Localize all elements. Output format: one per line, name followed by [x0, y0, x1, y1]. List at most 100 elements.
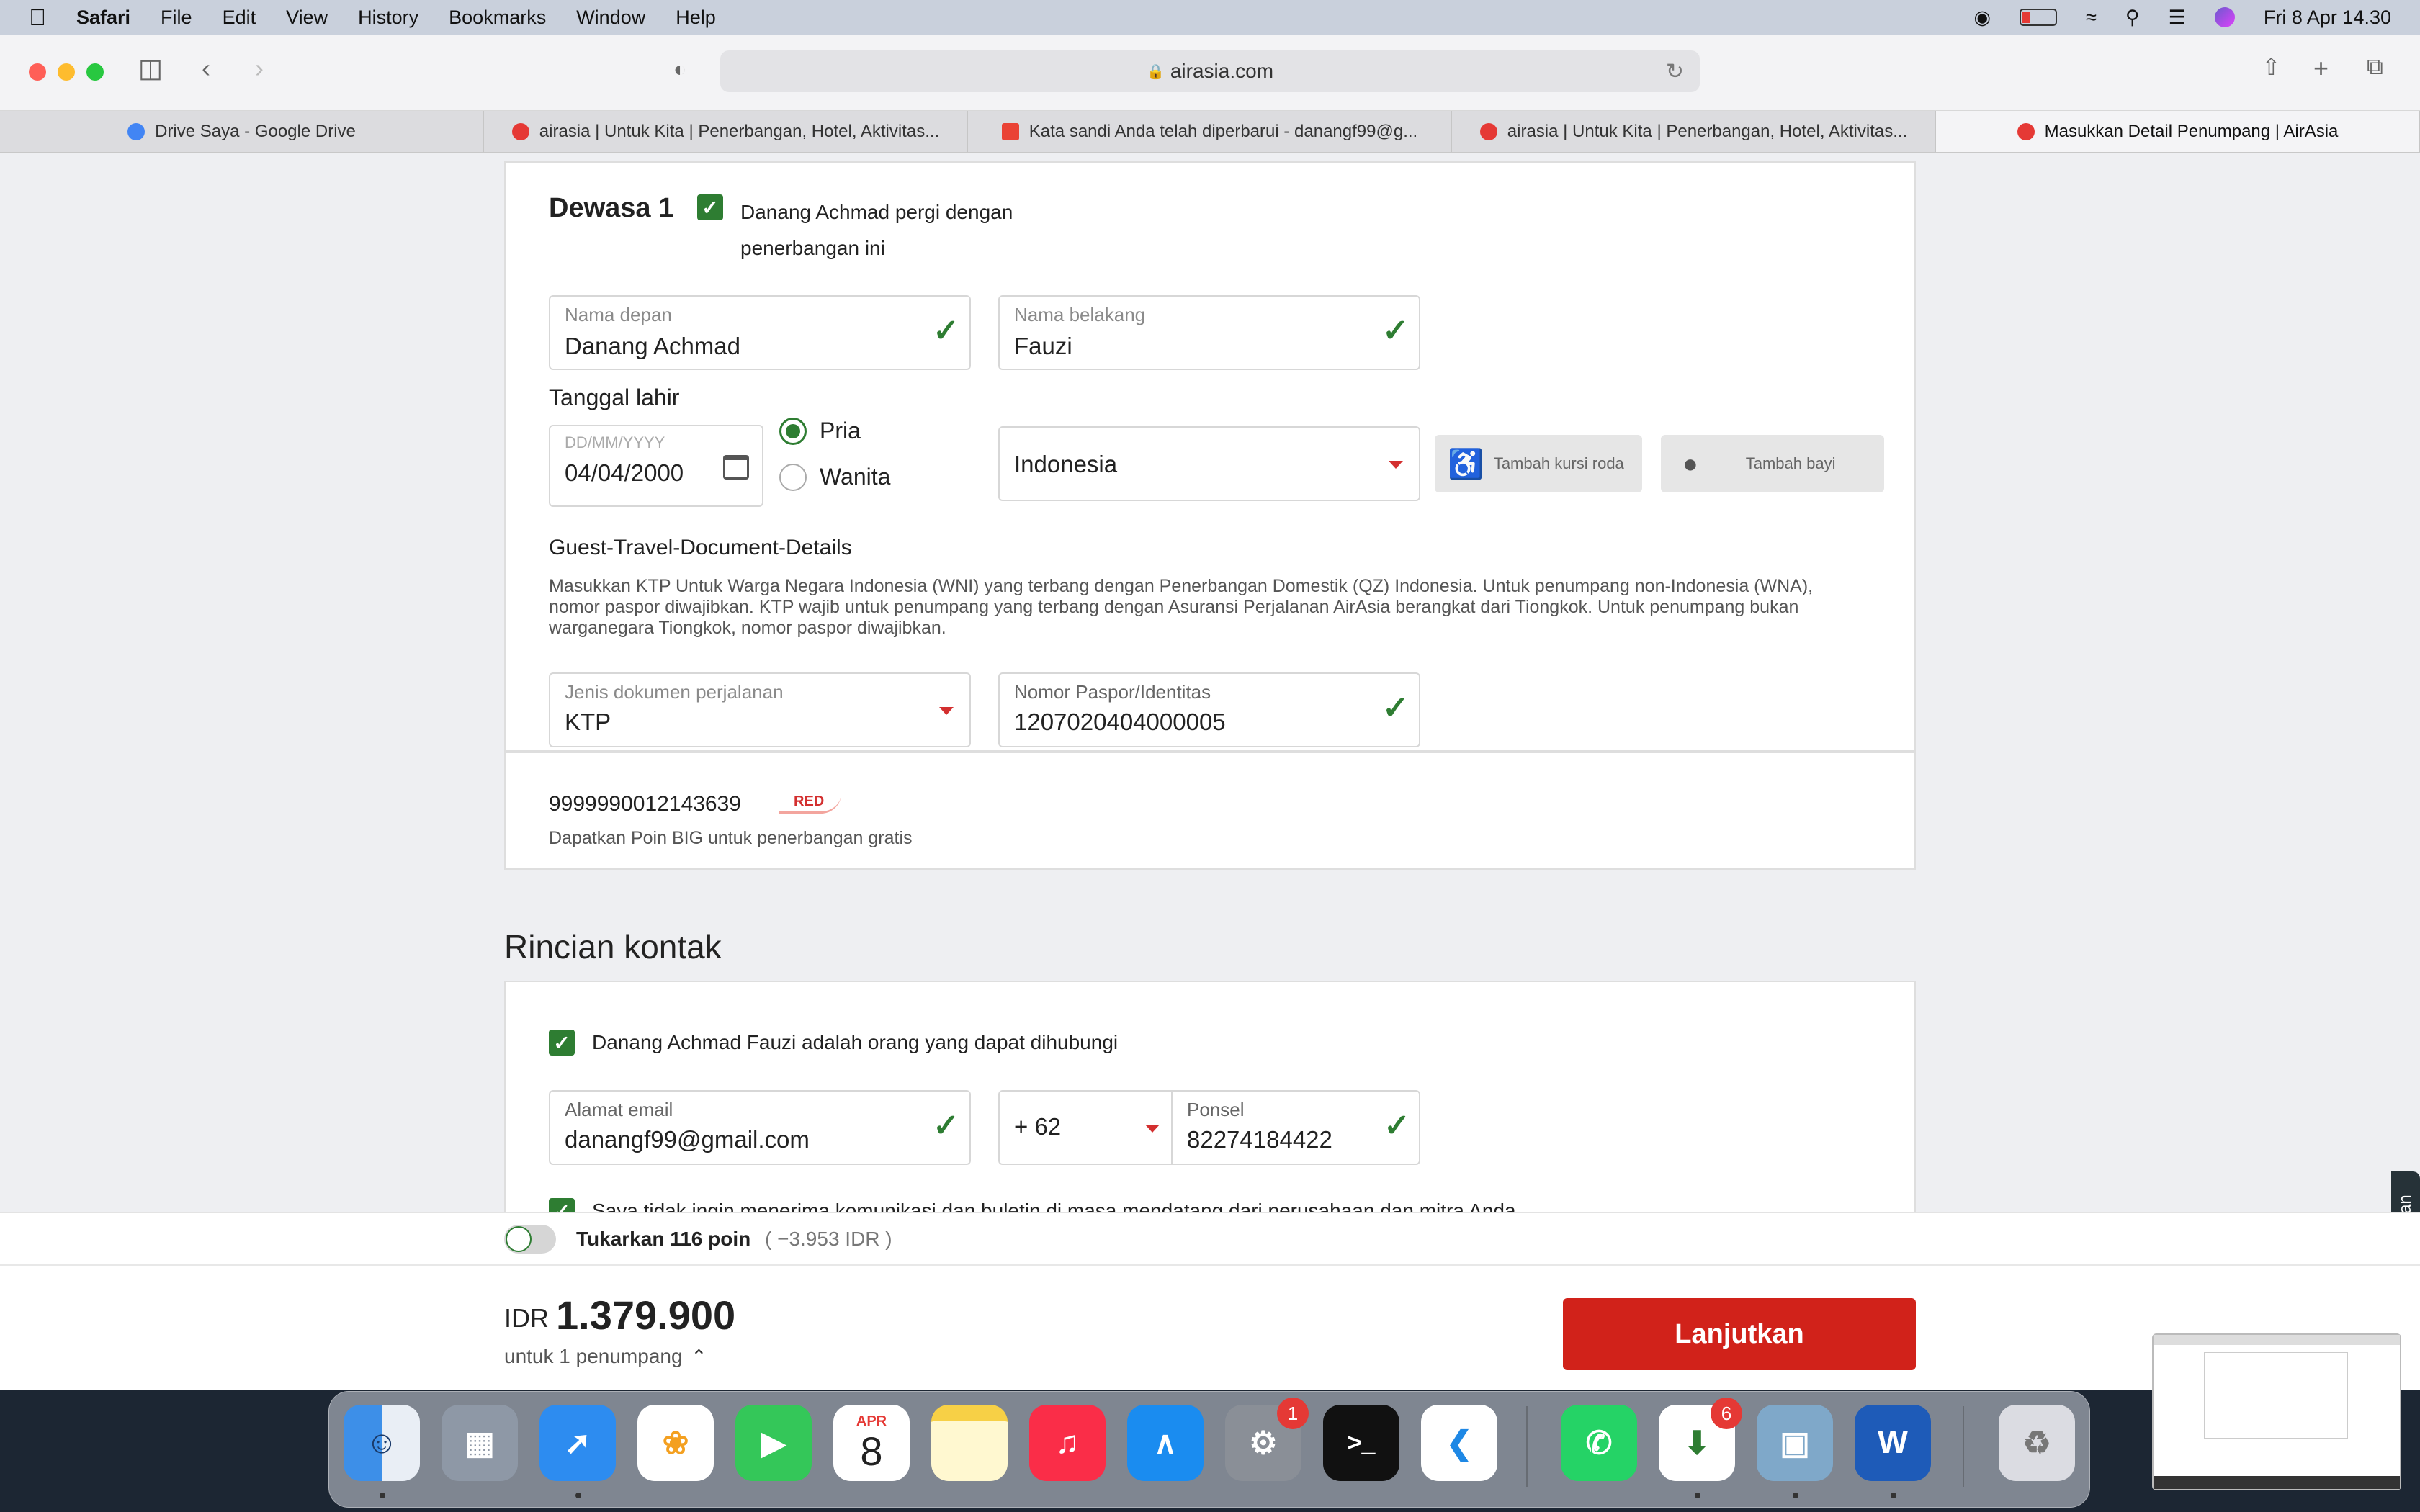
tab-overview-icon[interactable]: ⧉: [2367, 53, 2383, 81]
check-icon: ✓: [1382, 313, 1409, 348]
menu-window[interactable]: Window: [576, 6, 645, 29]
doc-number-label: Nomor Paspor/Identitas: [1014, 681, 1211, 703]
menu-view[interactable]: View: [286, 6, 328, 29]
screenshot-thumbnail[interactable]: [2152, 1333, 2401, 1490]
traveling-checkbox[interactable]: ✓: [697, 194, 723, 220]
safari-icon[interactable]: ➚: [539, 1405, 616, 1481]
passenger-heading: Dewasa 1: [549, 193, 674, 223]
whatsapp-icon[interactable]: ✆: [1561, 1405, 1637, 1481]
tab-passenger-details[interactable]: Masukkan Detail Penumpang | AirAsia: [1936, 111, 2420, 152]
menu-app-name[interactable]: Safari: [76, 6, 130, 29]
siri-icon[interactable]: [2214, 7, 2235, 27]
price-currency: IDR: [504, 1303, 549, 1333]
new-tab-icon[interactable]: +: [2313, 53, 2329, 84]
battery-icon[interactable]: [2020, 9, 2058, 26]
tab-title: airasia | Untuk Kita | Penerbangan, Hote…: [1507, 121, 1908, 141]
airasia-icon: [1479, 122, 1497, 140]
price-bar: IDR 1.379.900 untuk 1 penumpang ⌃ Lanjut…: [0, 1264, 2420, 1390]
privacy-shield-icon[interactable]: ◐: [673, 58, 686, 82]
thumbnail-content: [2204, 1352, 2348, 1439]
add-wheelchair-button[interactable]: ♿ Tambah kursi roda: [1435, 435, 1642, 492]
add-infant-label: Tambah bayi: [1745, 454, 1836, 472]
gender-female-label: Wanita: [820, 464, 891, 490]
doc-heading: Guest-Travel-Document-Details: [549, 536, 852, 559]
minimize-window-button[interactable]: [58, 63, 75, 81]
first-name-field[interactable]: Nama depan Danang Achmad ✓: [549, 295, 971, 370]
email-value: danangf99@gmail.com: [565, 1126, 810, 1153]
menu-edit[interactable]: Edit: [223, 6, 256, 29]
trash-icon[interactable]: ♻: [1999, 1405, 2075, 1481]
radio-selected-icon[interactable]: [779, 418, 807, 445]
running-indicator: [1891, 1493, 1896, 1498]
system-preferences-icon[interactable]: ⚙ 1: [1225, 1398, 1309, 1481]
menu-bookmarks[interactable]: Bookmarks: [449, 6, 546, 29]
finder-icon[interactable]: ☺: [344, 1405, 420, 1481]
tab-gmail[interactable]: Kata sandi Anda telah diperbarui - danan…: [968, 111, 1452, 152]
member-note: Dapatkan Poin BIG untuk penerbangan grat…: [549, 828, 913, 848]
price-breakdown-toggle[interactable]: untuk 1 penumpang ⌃: [504, 1345, 707, 1368]
country-code-select[interactable]: + 62: [1000, 1092, 1173, 1164]
points-toggle[interactable]: [504, 1225, 556, 1254]
calendar-month: APR: [856, 1413, 887, 1429]
address-text: airasia.com: [1170, 60, 1274, 82]
preview-icon[interactable]: ▣: [1757, 1405, 1833, 1481]
music-icon[interactable]: ♫: [1029, 1405, 1106, 1481]
sidebar-icon[interactable]: ◫: [138, 53, 163, 84]
doc-type-select[interactable]: Jenis dokumen perjalanan KTP: [549, 672, 971, 747]
last-name-field[interactable]: Nama belakang Fauzi ✓: [998, 295, 1420, 370]
app-store-icon[interactable]: ∧: [1127, 1405, 1204, 1481]
google-drive-icon: [127, 122, 145, 140]
running-indicator: [1695, 1493, 1700, 1498]
tab-google-drive[interactable]: Drive Saya - Google Drive: [0, 111, 484, 152]
back-icon[interactable]: ‹: [202, 53, 210, 84]
calendar-app-icon[interactable]: APR 8: [833, 1405, 910, 1481]
address-bar[interactable]: 🔒 airasia.com ↻: [720, 50, 1700, 92]
continue-button[interactable]: Lanjutkan: [1563, 1298, 1916, 1370]
doc-type-label: Jenis dokumen perjalanan: [565, 681, 784, 703]
price-total: 1.379.900: [556, 1292, 736, 1338]
radio-unselected-icon[interactable]: [779, 464, 807, 491]
menu-help[interactable]: Help: [676, 6, 716, 29]
apple-icon[interactable]: : [29, 4, 46, 31]
spotlight-icon[interactable]: ⚲: [2125, 6, 2140, 29]
tab-title: Kata sandi Anda telah diperbarui - danan…: [1028, 121, 1418, 141]
facetime-icon[interactable]: ▶: [735, 1405, 812, 1481]
email-field[interactable]: Alamat email danangf99@gmail.com ✓: [549, 1090, 971, 1165]
menu-file[interactable]: File: [161, 6, 192, 29]
reload-icon[interactable]: ↻: [1666, 59, 1684, 84]
running-indicator: [1793, 1493, 1798, 1498]
tab-airasia-home[interactable]: airasia | Untuk Kita | Penerbangan, Hote…: [484, 111, 968, 152]
launchpad-icon[interactable]: ▦: [442, 1405, 518, 1481]
wifi-icon[interactable]: ≈: [2086, 6, 2097, 29]
dob-field[interactable]: DD/MM/YYYY 04/04/2000: [549, 425, 763, 507]
dock-divider: [1963, 1406, 1964, 1487]
menu-history[interactable]: History: [358, 6, 418, 29]
calendar-icon[interactable]: [723, 455, 749, 480]
chevron-up-icon: ⌃: [691, 1345, 707, 1367]
add-infant-button[interactable]: ● Tambah bayi: [1661, 435, 1884, 492]
nationality-select[interactable]: Indonesia: [998, 426, 1420, 501]
forward-icon[interactable]: ›: [255, 53, 264, 84]
photos-icon[interactable]: ❀: [637, 1405, 714, 1481]
menu-clock[interactable]: Fri 8 Apr 14.30: [2264, 6, 2391, 29]
creative-cloud-icon[interactable]: ◉: [1974, 6, 1991, 29]
contact-person-checkbox[interactable]: ✓: [549, 1030, 575, 1056]
vscode-icon[interactable]: ❮: [1421, 1405, 1497, 1481]
wheelchair-icon: ♿: [1448, 448, 1484, 480]
doc-number-field[interactable]: Nomor Paspor/Identitas 1207020404000005 …: [998, 672, 1420, 747]
lock-icon: 🔒: [1146, 63, 1165, 80]
membership-card: 9999990012143639 RED Dapatkan Poin BIG u…: [504, 752, 1916, 870]
phone-field[interactable]: Ponsel 82274184422 ✓: [1173, 1092, 1419, 1164]
share-icon[interactable]: ⇧: [2262, 53, 2281, 81]
chevron-down-icon: [939, 707, 954, 715]
check-icon: ✓: [933, 313, 959, 348]
word-icon[interactable]: W: [1855, 1405, 1931, 1481]
tab-airasia-home-2[interactable]: airasia | Untuk Kita | Penerbangan, Hote…: [1452, 111, 1936, 152]
installer-icon[interactable]: ⬇ 6: [1659, 1398, 1742, 1481]
close-window-button[interactable]: [29, 63, 46, 81]
zoom-window-button[interactable]: [86, 63, 104, 81]
menu-bar:  Safari File Edit View History Bookmark…: [0, 0, 2420, 35]
notes-icon[interactable]: [931, 1405, 1008, 1481]
control-center-icon[interactable]: ☰: [2169, 6, 2186, 29]
terminal-icon[interactable]: >_: [1323, 1405, 1399, 1481]
